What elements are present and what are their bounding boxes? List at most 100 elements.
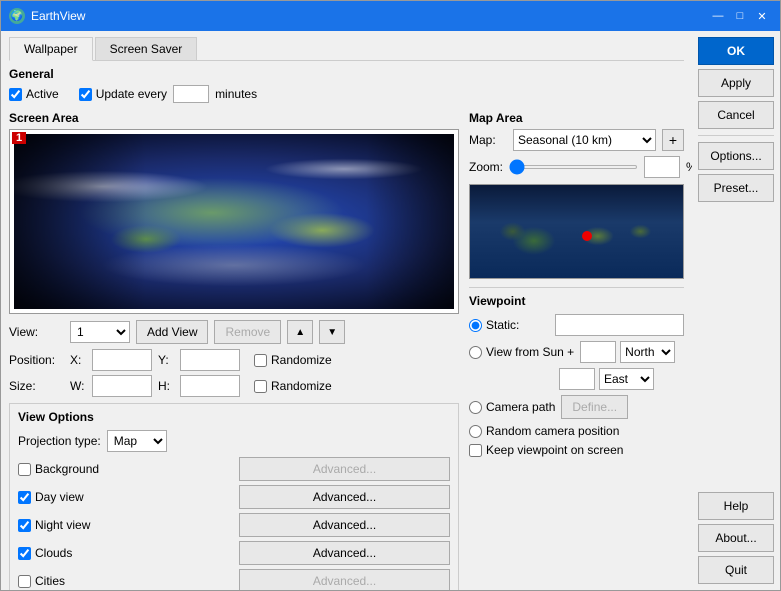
vo-grid: Background Advanced... Day view Advanced… [18,457,450,590]
random-camera-row: Random camera position [469,424,684,438]
about-button[interactable]: About... [698,524,774,552]
clouds-checkbox[interactable] [18,547,31,560]
cities-checkbox-label[interactable]: Cities [18,569,229,590]
sun-radio[interactable] [469,346,482,359]
options-button[interactable]: Options... [698,142,774,170]
camera-path-radio[interactable] [469,401,482,414]
day-view-checkbox-label[interactable]: Day view [18,485,229,509]
randomize-pos-checkbox[interactable] [254,354,267,367]
north-dir-select[interactable]: North South [620,341,675,363]
preset-button[interactable]: Preset... [698,174,774,202]
map-area-section: Map Area Map: Seasonal (10 km) + Zoom: [469,111,684,590]
size-label: Size: [9,379,64,393]
view-select[interactable]: 1 [70,321,130,343]
view-controls: View: 1 Add View Remove ▲ ▼ [9,320,459,344]
update-checkbox-label[interactable]: Update every [79,87,167,101]
window-content: Wallpaper Screen Saver General Active Up… [1,31,780,590]
background-checkbox-label[interactable]: Background [18,457,229,481]
active-checkbox[interactable] [9,88,22,101]
zoom-slider[interactable] [509,165,638,169]
x-input[interactable]: 0 [92,349,152,371]
keep-viewpoint-label[interactable]: Keep viewpoint on screen [469,443,623,457]
general-section: General Active Update every 10 minutes [9,67,684,103]
window-controls: — □ ✕ [708,6,772,26]
clouds-text: Clouds [35,546,72,560]
static-radio[interactable] [469,319,482,332]
day-advanced-button[interactable]: Advanced... [239,485,450,509]
h-input[interactable]: 1080 [180,375,240,397]
active-label: Active [26,87,59,101]
randomize-size-label[interactable]: Randomize [254,379,332,393]
night-view-checkbox-label[interactable]: Night view [18,513,229,537]
main-window: 🌍 EarthView — □ ✕ Wallpaper Screen Saver… [0,0,781,591]
active-checkbox-label[interactable]: Active [9,87,59,101]
cities-advanced-button[interactable]: Advanced... [239,569,450,590]
night-advanced-button[interactable]: Advanced... [239,513,450,537]
east-deg-group: 0° East West [559,368,654,390]
apply-button[interactable]: Apply [698,69,774,97]
add-view-button[interactable]: Add View [136,320,208,344]
update-checkbox[interactable] [79,88,92,101]
static-coords-input[interactable]: 0.00° N 0.00° E [555,314,684,336]
map-marker [582,231,592,241]
camera-path-radio-label[interactable]: Camera path [469,400,555,414]
day-view-checkbox[interactable] [18,491,31,504]
east-dir-select[interactable]: East West [599,368,654,390]
background-advanced-button[interactable]: Advanced... [239,457,450,481]
camera-path-label: Camera path [486,400,555,414]
help-button[interactable]: Help [698,492,774,520]
maximize-button[interactable]: □ [730,6,750,26]
main-area: Wallpaper Screen Saver General Active Up… [1,31,692,590]
position-row: Position: X: 0 Y: 0 Randomiz [9,349,459,371]
clouds-checkbox-label[interactable]: Clouds [18,541,229,565]
night-view-checkbox[interactable] [18,519,31,532]
update-interval-input[interactable]: 10 [173,85,209,103]
east-row: 0° East West [469,368,684,390]
background-text: Background [35,462,99,476]
randomize-size-checkbox[interactable] [254,380,267,393]
minimize-button[interactable]: — [708,6,728,26]
view-label: View: [9,325,64,339]
tab-bar: Wallpaper Screen Saver [9,37,684,61]
static-row: Static: 0.00° N 0.00° E [469,314,684,336]
minutes-label: minutes [215,87,257,101]
north-deg-group: 0° North South [580,341,675,363]
cities-checkbox[interactable] [18,575,31,588]
keep-viewpoint-text: Keep viewpoint on screen [486,443,623,457]
move-down-button[interactable]: ▼ [319,320,345,344]
w-input[interactable]: 1920 [92,375,152,397]
projection-select[interactable]: Map [107,430,167,452]
east-deg-input[interactable]: 0° [559,368,595,390]
random-camera-label: Random camera position [486,424,619,438]
minimap-earth [470,185,683,278]
randomize-size-text: Randomize [271,379,332,393]
size-row: Size: W: 1920 H: 1080 Random [9,375,459,397]
tab-screensaver[interactable]: Screen Saver [95,37,198,60]
close-button[interactable]: ✕ [752,6,772,26]
move-up-button[interactable]: ▲ [287,320,313,344]
add-map-button[interactable]: + [662,129,684,151]
background-checkbox[interactable] [18,463,31,476]
tab-wallpaper[interactable]: Wallpaper [9,37,93,61]
x-label: X: [70,353,88,367]
static-radio-label[interactable]: Static: [469,318,549,332]
clouds-advanced-button[interactable]: Advanced... [239,541,450,565]
y-input[interactable]: 0 [180,349,240,371]
keep-viewpoint-checkbox[interactable] [469,444,482,457]
map-select[interactable]: Seasonal (10 km) [513,129,656,151]
zoom-input[interactable]: 1 [644,156,680,178]
quit-button[interactable]: Quit [698,556,774,584]
screen-preview-box: 1 [9,129,459,314]
sun-radio-label[interactable]: View from Sun + [469,345,574,359]
remove-button[interactable]: Remove [214,320,281,344]
window-title: EarthView [31,9,85,23]
random-camera-radio-label[interactable]: Random camera position [469,424,619,438]
define-button[interactable]: Define... [561,395,628,419]
map-select-row: Map: Seasonal (10 km) + [469,129,684,151]
north-deg-input[interactable]: 0° [580,341,616,363]
randomize-pos-label[interactable]: Randomize [254,353,332,367]
cancel-button[interactable]: Cancel [698,101,774,129]
random-camera-radio[interactable] [469,425,482,438]
ok-button[interactable]: OK [698,37,774,65]
h-group: H: 1080 [158,375,240,397]
